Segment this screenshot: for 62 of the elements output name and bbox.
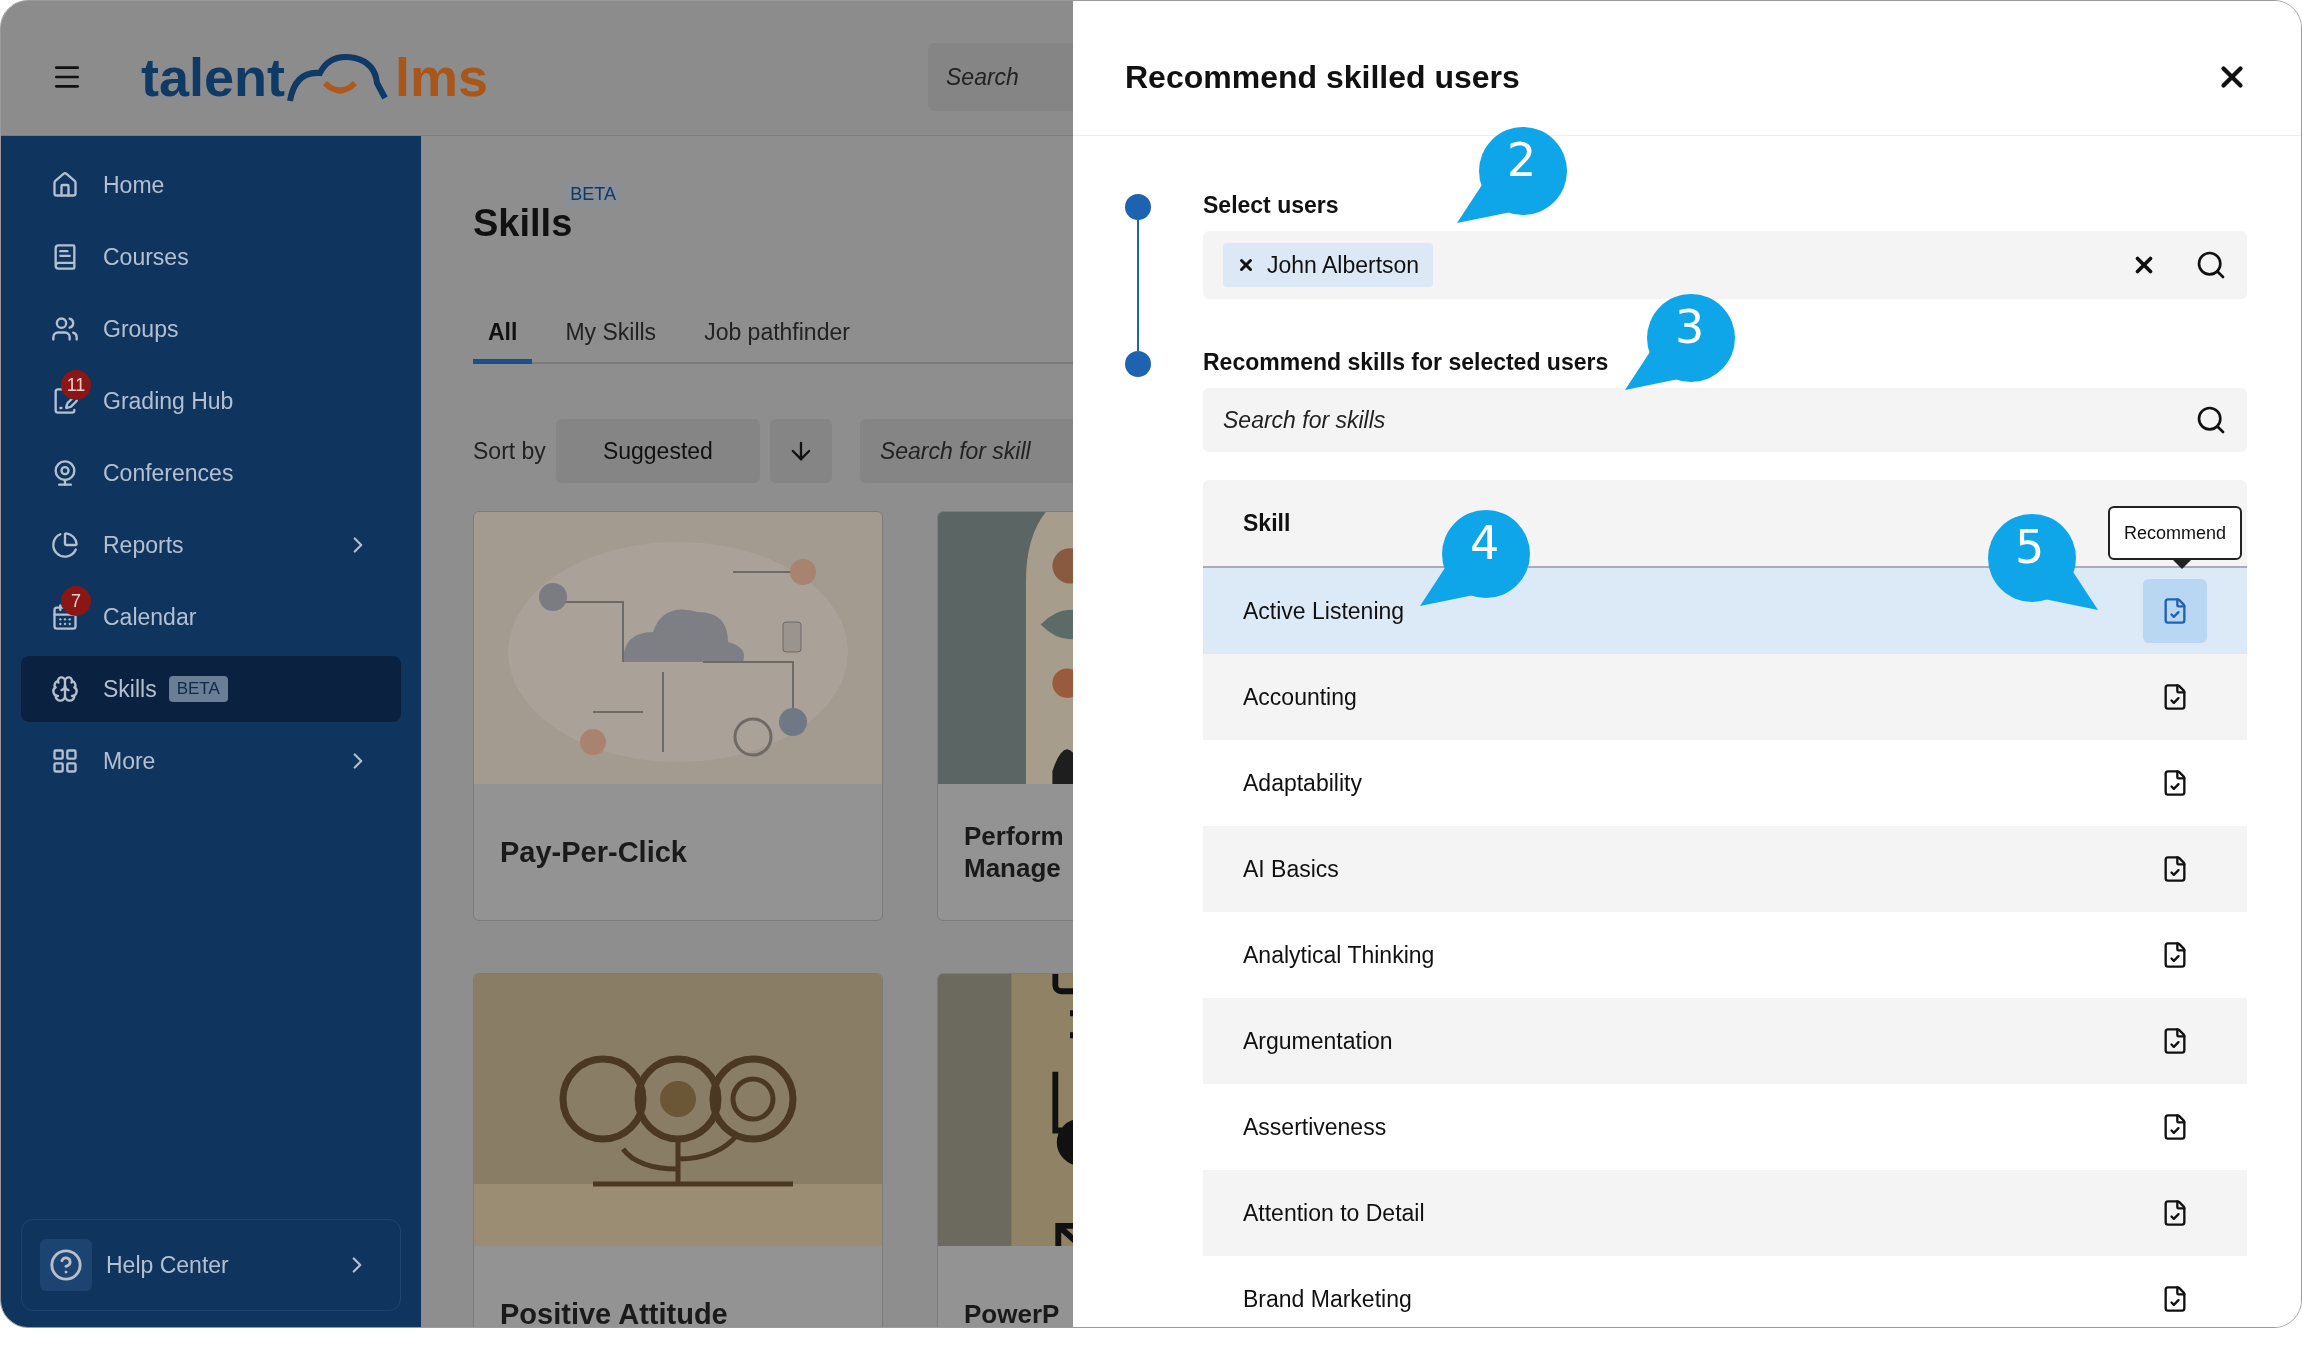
sidebar-item[interactable]: Reports [21,512,401,578]
logo-text: lms [395,50,489,104]
table-row[interactable]: Accounting [1203,654,2247,740]
grid-icon [51,747,79,775]
help-icon [49,1248,83,1282]
search-field[interactable]: Search for skill [859,419,1073,483]
sidebar-item[interactable]: Courses [21,224,401,290]
sort-dropdown[interactable]: Suggested [555,419,760,483]
count-badge: 11 [61,370,91,400]
search-icon[interactable] [2195,404,2227,436]
card-title: Perform Manage [964,819,1065,885]
sidebar-item[interactable]: More [21,728,401,794]
table-cell-text: Argumentation [1243,1026,1393,1056]
table-row[interactable]: AI Basics [1203,826,2247,912]
skill-card[interactable]: Pay-Per-Click [473,511,883,921]
card-title: Positive Attitude [500,1296,728,1327]
count-badge: 7 [61,586,91,616]
help-center-button[interactable]: Help Center [21,1219,401,1311]
sidebar-item[interactable]: Groups [21,296,401,362]
tooltip: Recommend [2107,506,2242,560]
table-cell-text: Accounting [1243,682,1357,712]
sidebar-item[interactable]: 7 Calendar [21,584,401,650]
brain-icon [51,675,79,703]
sort-direction-button[interactable] [769,419,832,483]
step-label: Recommend skills for selected users [1203,351,1609,374]
home-icon [51,171,79,199]
sidebar-item[interactable]: Skills BETA [21,656,401,722]
search-icon[interactable] [2195,249,2227,281]
sidebar-item[interactable]: 11 Grading Hub [21,368,401,434]
table-cell-text: Assertiveness [1243,1112,1387,1142]
skill-card[interactable]: Positive Attitude [473,973,883,1327]
step-label: Select users [1203,194,1339,217]
remove-icon[interactable] [1237,256,1255,274]
sort-label: Sort by [473,436,546,466]
user-select-field[interactable]: John Albertson [1203,231,2247,299]
table-cell-text: Active Listening [1243,596,1405,626]
beta-tag: BETA [564,181,622,208]
table-cell-text: Analytical Thinking [1243,940,1435,970]
user-chip[interactable]: John Albertson [1223,243,1434,287]
logo-text: talent [141,50,286,104]
users-icon [51,315,79,343]
tab[interactable]: My Skills [550,306,672,364]
table-row[interactable]: Active Listening [1203,568,2247,654]
sidebar-item[interactable]: Home [21,152,401,218]
skill-search-field[interactable]: Search for skills [1203,388,2247,452]
skill-card[interactable]: PowerP [937,973,1073,1327]
beta-tag: BETA [168,676,228,702]
table-cell-text: Attention to Detail [1243,1198,1425,1228]
table-cell-text: Adaptability [1243,768,1362,798]
pie-chart-icon [51,531,79,559]
sidebar-item[interactable]: Conferences [21,440,401,506]
panel-title: Recommend skilled users [1125,58,1520,97]
card-title: Pay-Per-Click [500,834,687,870]
table-row[interactable]: Argumentation [1203,998,2247,1084]
card-title: PowerP [964,1297,1061,1327]
tab[interactable]: All [473,306,533,364]
table-row[interactable]: Attention to Detail [1203,1170,2247,1256]
search-field[interactable]: Search [928,43,1073,111]
tab[interactable]: Job pathfinder [689,306,865,364]
table-cell-text: Brand Marketing [1243,1284,1412,1314]
skill-card[interactable]: Perform Manage [937,511,1073,921]
table-cell-text: AI Basics [1243,854,1339,884]
